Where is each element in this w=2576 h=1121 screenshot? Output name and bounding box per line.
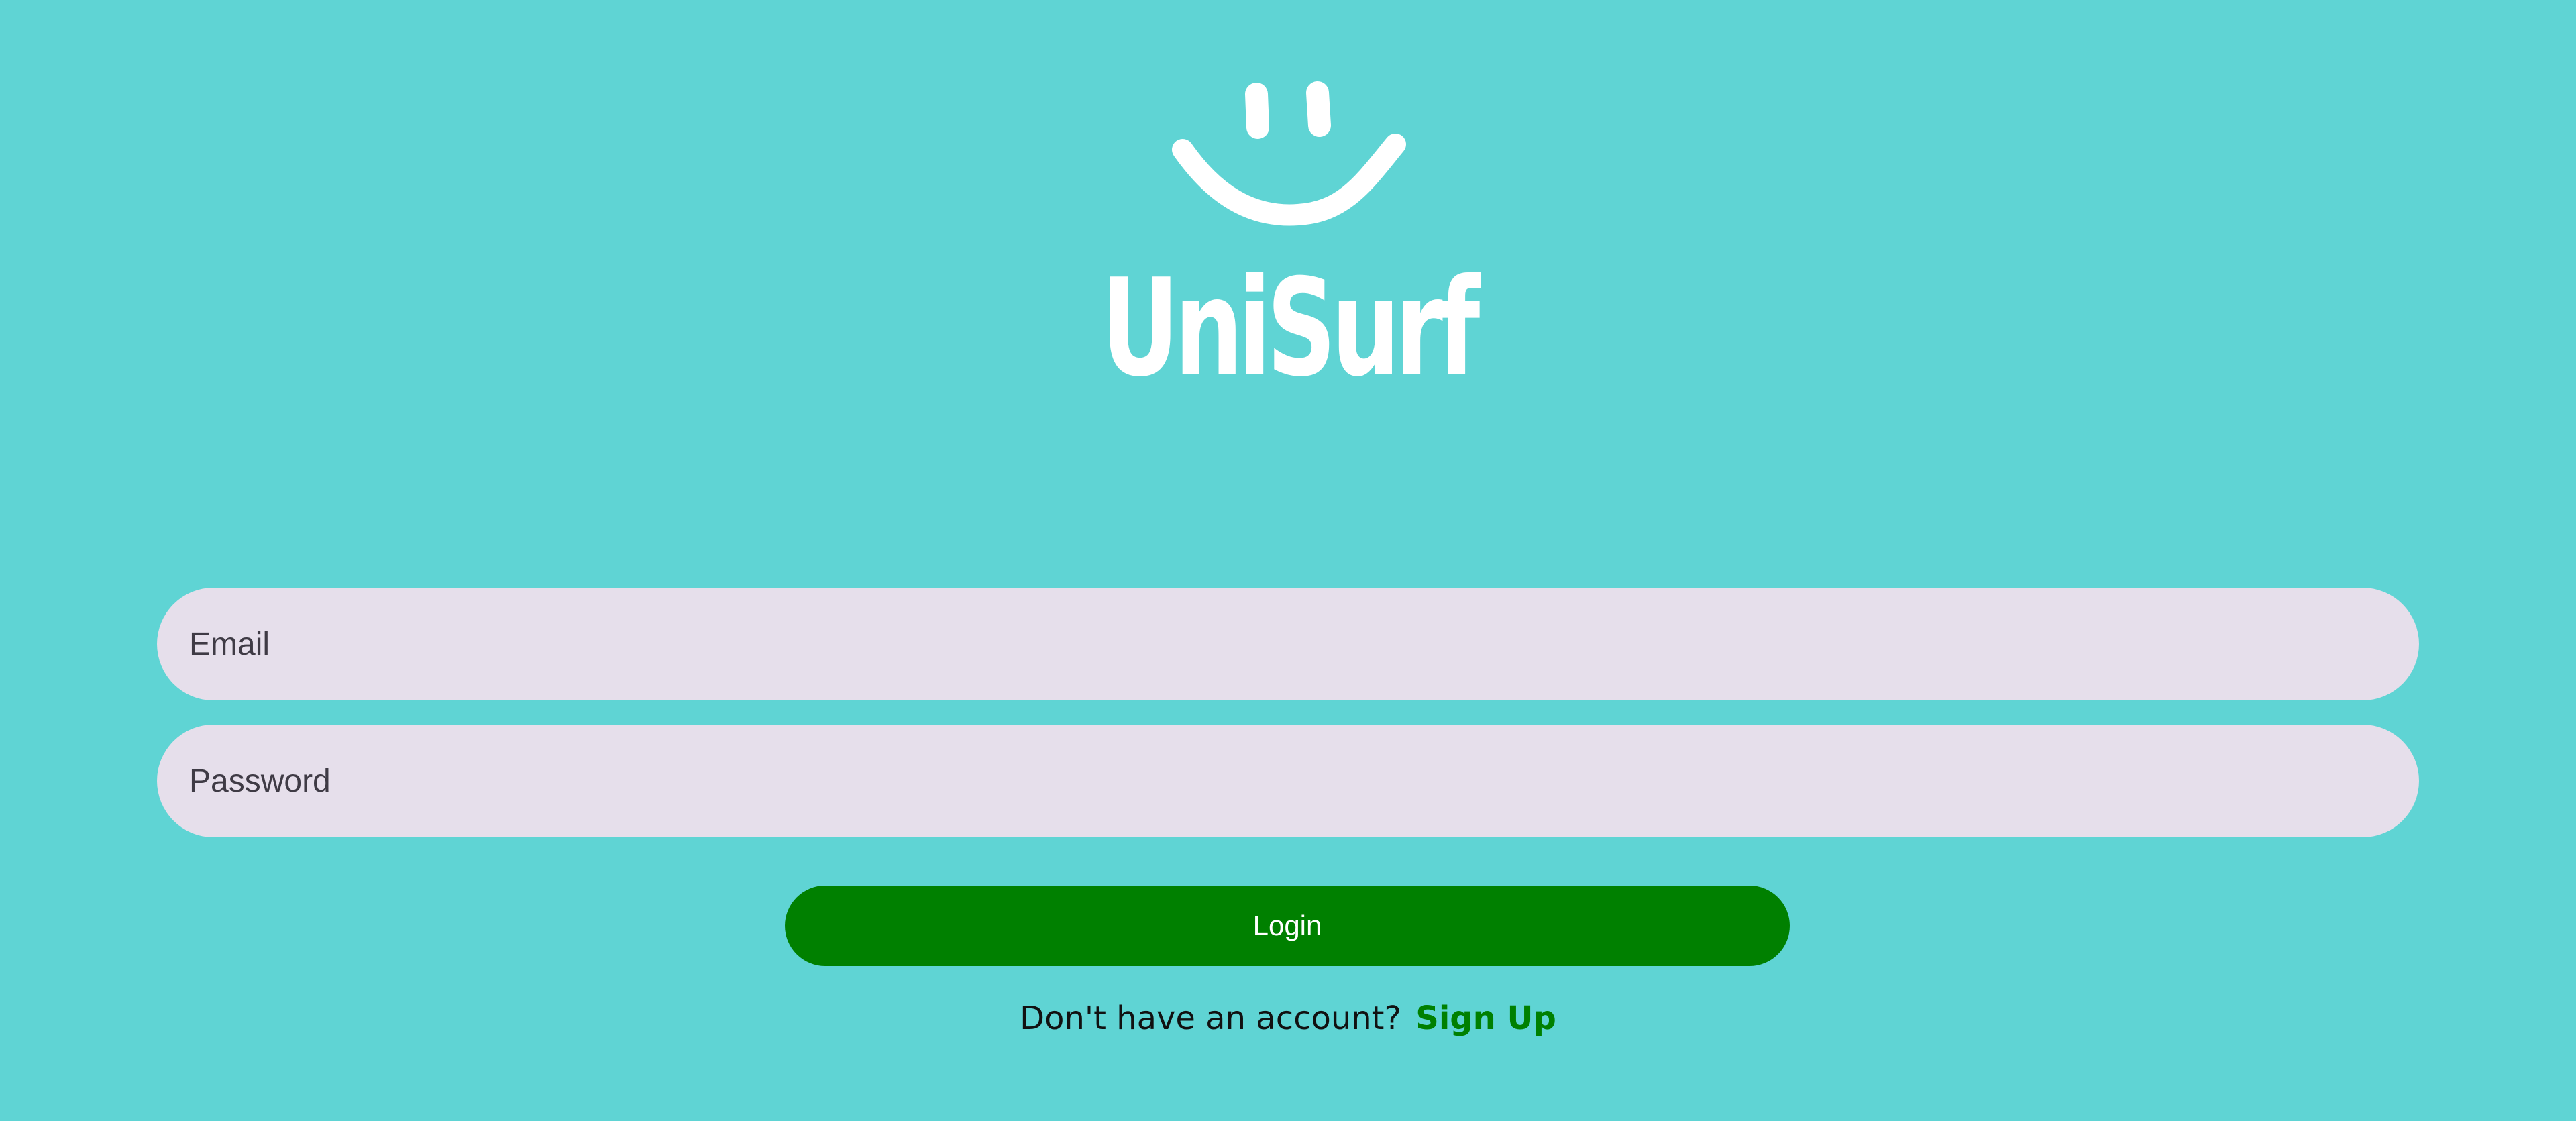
signup-prompt-text: Don't have an account? — [1020, 1000, 1401, 1037]
brand-name: UniSurf — [1100, 250, 1481, 407]
sign-up-link[interactable]: Sign Up — [1415, 1000, 1556, 1037]
password-field[interactable] — [157, 725, 2419, 837]
brand-header: UniSurf — [0, 0, 2576, 416]
signup-prompt-line: Don't have an account? Sign Up — [0, 1000, 2576, 1037]
smiley-face-icon — [1172, 81, 1406, 226]
email-field[interactable] — [157, 588, 2419, 700]
login-button[interactable]: Login — [785, 886, 1790, 966]
